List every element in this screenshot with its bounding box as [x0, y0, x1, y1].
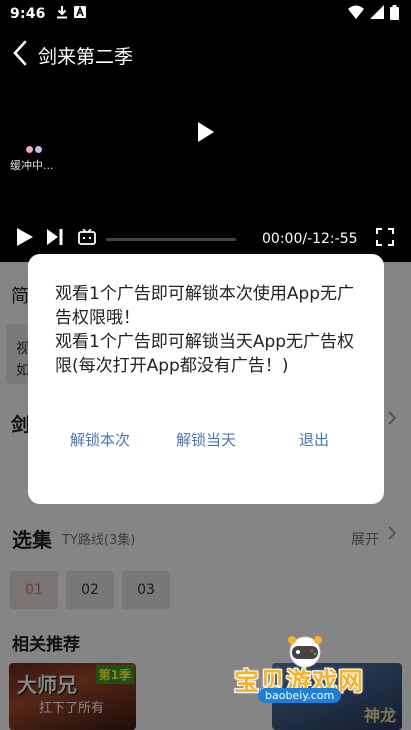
- wifi-icon: [348, 5, 364, 23]
- video-title: 剑来第二季: [38, 45, 134, 68]
- progress-bar[interactable]: [106, 237, 236, 241]
- status-right-icons: [348, 4, 399, 24]
- dialog-message-line1: 观看1个广告即可解锁本次使用App无广告权限哦！: [55, 284, 355, 328]
- a-badge-icon: [73, 5, 86, 22]
- signal-icon: [370, 5, 384, 23]
- video-player[interactable]: 剑来第二季 缓冲中... 00:00/-12:-55: [0, 28, 411, 262]
- player-controls: 00:00/-12:-55: [0, 224, 411, 254]
- status-time: 9:46: [10, 6, 46, 22]
- dialog-actions: 解锁本次 解锁当天 退出: [28, 428, 384, 480]
- time-display: 00:00/-12:-55: [262, 231, 358, 247]
- play-icon[interactable]: [16, 227, 34, 251]
- battery-icon: [390, 4, 399, 24]
- dialog-message: 观看1个广告即可解锁本次使用App无广告权限哦！ 观看1个广告即可解锁当天App…: [55, 282, 361, 378]
- status-bar: 9:46: [0, 0, 411, 28]
- buffering-text: 缓冲中...: [10, 159, 54, 172]
- back-arrow-icon[interactable]: [12, 40, 28, 70]
- unlock-day-button[interactable]: 解锁当天: [176, 428, 236, 452]
- status-left-icons: [56, 5, 86, 23]
- watermark: 宝贝游戏网 baobeiy.com: [228, 636, 388, 710]
- fullscreen-icon[interactable]: [375, 228, 394, 250]
- ad-unlock-dialog: 观看1个广告即可解锁本次使用App无广告权限哦！ 观看1个广告即可解锁当天App…: [28, 254, 384, 504]
- danmaku-toggle-icon[interactable]: [78, 228, 96, 249]
- dialog-message-line2: 观看1个广告即可解锁当天App无广告权限(每次打开App都没有广告！): [55, 332, 355, 376]
- exit-button[interactable]: 退出: [284, 428, 344, 452]
- download-icon: [56, 5, 68, 23]
- buffering-indicator: 缓冲中...: [10, 146, 54, 173]
- next-episode-icon[interactable]: [46, 228, 64, 250]
- unlock-once-button[interactable]: 解锁本次: [70, 428, 130, 452]
- buffering-dots-icon: [26, 146, 42, 153]
- player-header: 剑来第二季: [12, 40, 133, 70]
- center-play-button[interactable]: [196, 121, 216, 147]
- watermark-url: baobeiy.com: [258, 688, 342, 703]
